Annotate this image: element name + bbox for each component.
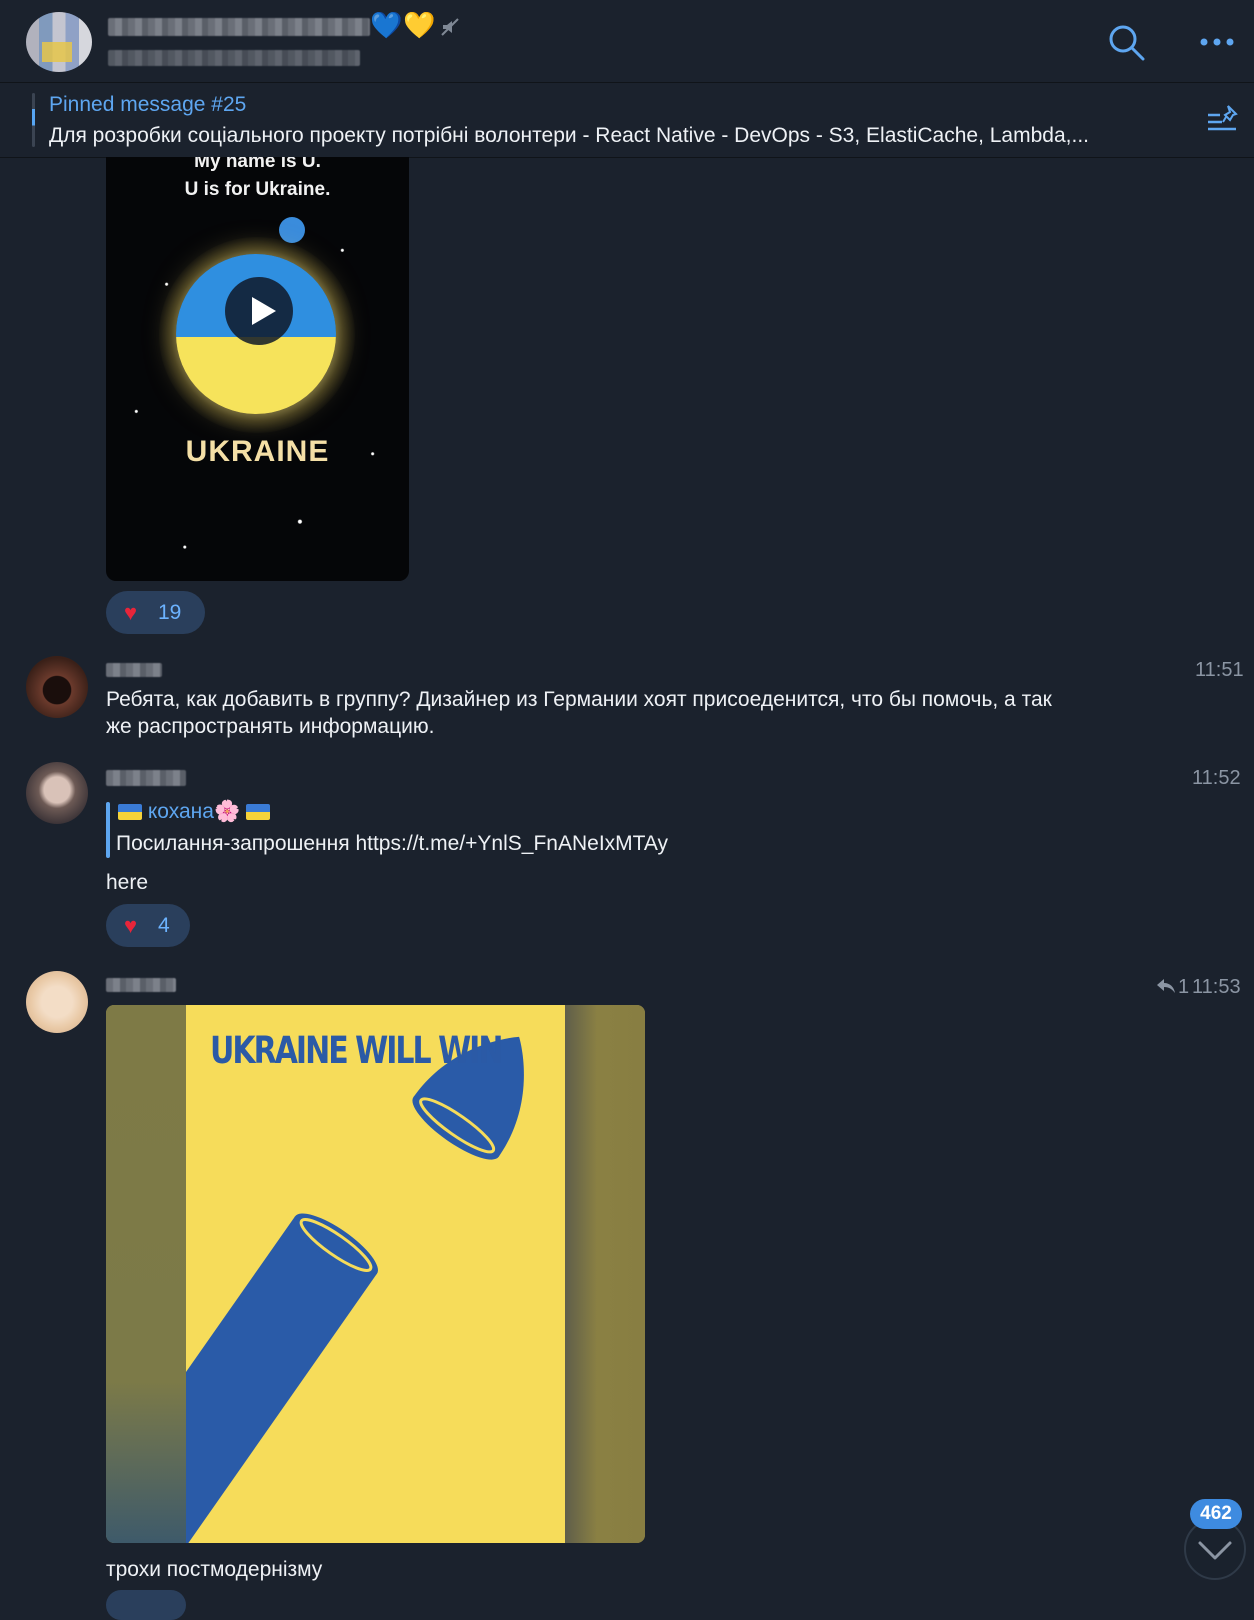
message-text-line2: же распространять информацию. [106, 715, 435, 738]
poster-blur-right [565, 1005, 645, 1543]
message-text-line1: Ребята, как добавить в группу? Дизайнер … [106, 688, 1052, 711]
ukraine-flag-icon [118, 804, 142, 820]
muted-icon [441, 18, 459, 36]
group-members-redacted [108, 50, 360, 66]
reply-count: 1 [1178, 976, 1190, 998]
more-dots-icon[interactable] [1198, 36, 1236, 48]
pinned-title: Pinned message #25 [49, 93, 247, 116]
reply-sender-name: кохана [147, 800, 214, 823]
chat-header: 💙 💛 [0, 0, 1254, 83]
poster-blur-left [106, 1005, 186, 1543]
heart-reaction[interactable]: ♥ 4 [106, 904, 190, 947]
play-button[interactable] [225, 277, 293, 345]
video-moon [279, 217, 305, 243]
reaction-count: 19 [158, 601, 182, 624]
pinned-list-icon[interactable] [1206, 103, 1240, 137]
avatar[interactable] [26, 656, 88, 718]
blue-heart-emoji: 💙 [370, 10, 403, 40]
message-text: here [106, 871, 149, 894]
pinned-indicator [32, 93, 35, 147]
reply-arrow-icon [1157, 979, 1175, 993]
video-message[interactable]: My name is U. U is for Ukraine. UKRAINE [106, 157, 409, 581]
poster-main [186, 1005, 565, 1543]
ukraine-flag-icon [245, 804, 270, 820]
unread-count-badge: 462 [1190, 1499, 1242, 1529]
message-time: 11:51 [1195, 659, 1244, 681]
group-avatar[interactable] [26, 12, 92, 72]
poster-image[interactable]: UKRAINE WILL WIN [106, 1005, 645, 1543]
sender-name-redacted[interactable] [106, 978, 176, 992]
poster-title: UKRAINE WILL WIN [210, 1029, 503, 1073]
message-time: 11:53 [1192, 976, 1241, 998]
video-title: UKRAINE [185, 435, 330, 468]
sender-name-redacted[interactable] [106, 770, 186, 786]
heart-reaction[interactable]: ♥ 19 [106, 591, 205, 634]
sender-name-redacted[interactable] [106, 663, 162, 677]
blossom-emoji: 🌸 [213, 800, 241, 823]
search-icon[interactable] [1108, 24, 1146, 62]
message-time: 11:52 [1192, 767, 1241, 789]
avatar[interactable] [26, 971, 88, 1033]
message-text: трохи постмодернізму [106, 1558, 323, 1581]
video-caption-line2: U is for Ukraine. [184, 179, 331, 200]
pinned-text: Для розробки соціального проекту потрібн… [49, 124, 1089, 147]
reaction-partial[interactable] [106, 1590, 186, 1620]
reaction-count: 4 [158, 914, 170, 937]
video-caption-line1: My name is U. [194, 157, 321, 172]
pinned-message-bar[interactable]: Pinned message #25 Для розробки соціальн… [0, 83, 1254, 158]
reply-sender[interactable]: кохана🌸 [118, 800, 270, 824]
avatar[interactable] [26, 762, 88, 824]
yellow-heart-emoji: 💛 [403, 10, 436, 40]
heart-icon: ♥ [124, 600, 138, 625]
group-name-redacted[interactable] [108, 18, 370, 36]
bullet-graphic [186, 1036, 524, 1543]
heart-icon: ♥ [124, 913, 138, 938]
reply-text[interactable]: Посилання-запрошення https://t.me/+YnlS_… [116, 832, 668, 856]
reply-indicator [106, 802, 110, 858]
